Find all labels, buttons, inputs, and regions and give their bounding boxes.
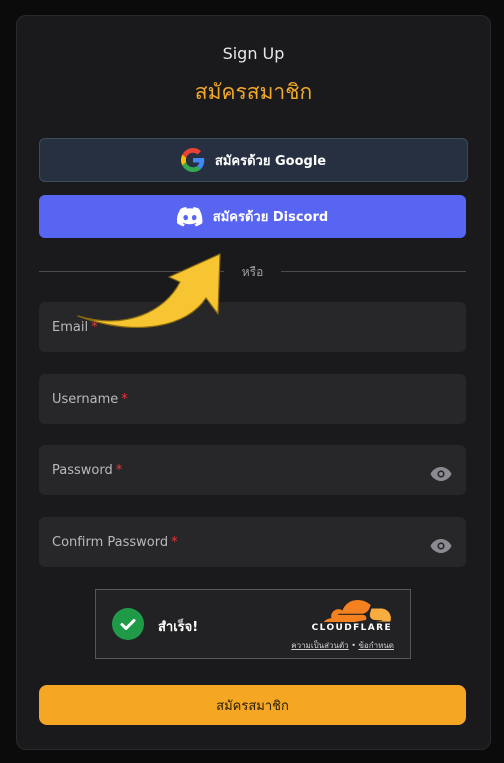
password-label: Password * [52,463,122,478]
required-mark: * [91,320,98,335]
terms-link[interactable]: ข้อกำหนด [358,641,394,650]
discord-button-label: สมัครด้วย Discord [212,210,329,225]
email-label: Email * [52,320,98,335]
google-signup-button[interactable]: สมัครด้วย Google [39,138,468,182]
cloudflare-captcha[interactable]: สำเร็จ! CLOUDFLARE ความเป็นส่วนตัว • ข้อ… [95,589,411,659]
confirm-password-label: Confirm Password * [52,535,178,550]
google-icon [180,148,205,172]
email-field[interactable]: Email * [39,302,466,352]
divider-line-right [281,271,466,272]
eye-icon[interactable] [430,465,452,483]
link-separator: • [351,641,356,650]
password-label-text: Password [52,463,113,478]
cloudflare-wordmark: CLOUDFLARE [311,623,392,633]
divider-text: หรือ [241,265,264,279]
page-subtitle: สมัครสมาชิก [194,80,313,104]
check-circle-icon [112,608,144,640]
privacy-link[interactable]: ความเป็นส่วนตัว [291,641,348,650]
cloudflare-logo-icon [323,600,391,622]
discord-signup-button[interactable]: สมัครด้วย Discord [39,195,466,238]
eye-icon[interactable] [430,537,452,555]
captcha-status: สำเร็จ! [158,620,199,635]
google-button-label: สมัครด้วย Google [214,153,327,169]
required-mark: * [171,535,178,550]
captcha-links: ความเป็นส่วนตัว • ข้อกำหนด [291,639,394,652]
discord-icon [176,206,203,226]
submit-button[interactable]: สมัครสมาชิก [39,685,466,725]
email-label-text: Email [52,320,89,335]
required-mark: * [115,463,123,478]
confirm-password-field[interactable]: Confirm Password * [39,517,466,567]
username-label-text: Username [52,392,119,407]
required-mark: * [121,392,128,407]
signup-card: Sign Up สมัครสมาชิก สมัครด้วย Google สมั… [16,15,491,750]
password-field[interactable]: Password * [39,445,466,495]
page-title: Sign Up [222,44,285,63]
username-field[interactable]: Username * [39,374,466,424]
username-label: Username * [52,392,128,407]
or-divider: หรือ [39,263,466,279]
confirm-password-label-text: Confirm Password [52,535,169,550]
